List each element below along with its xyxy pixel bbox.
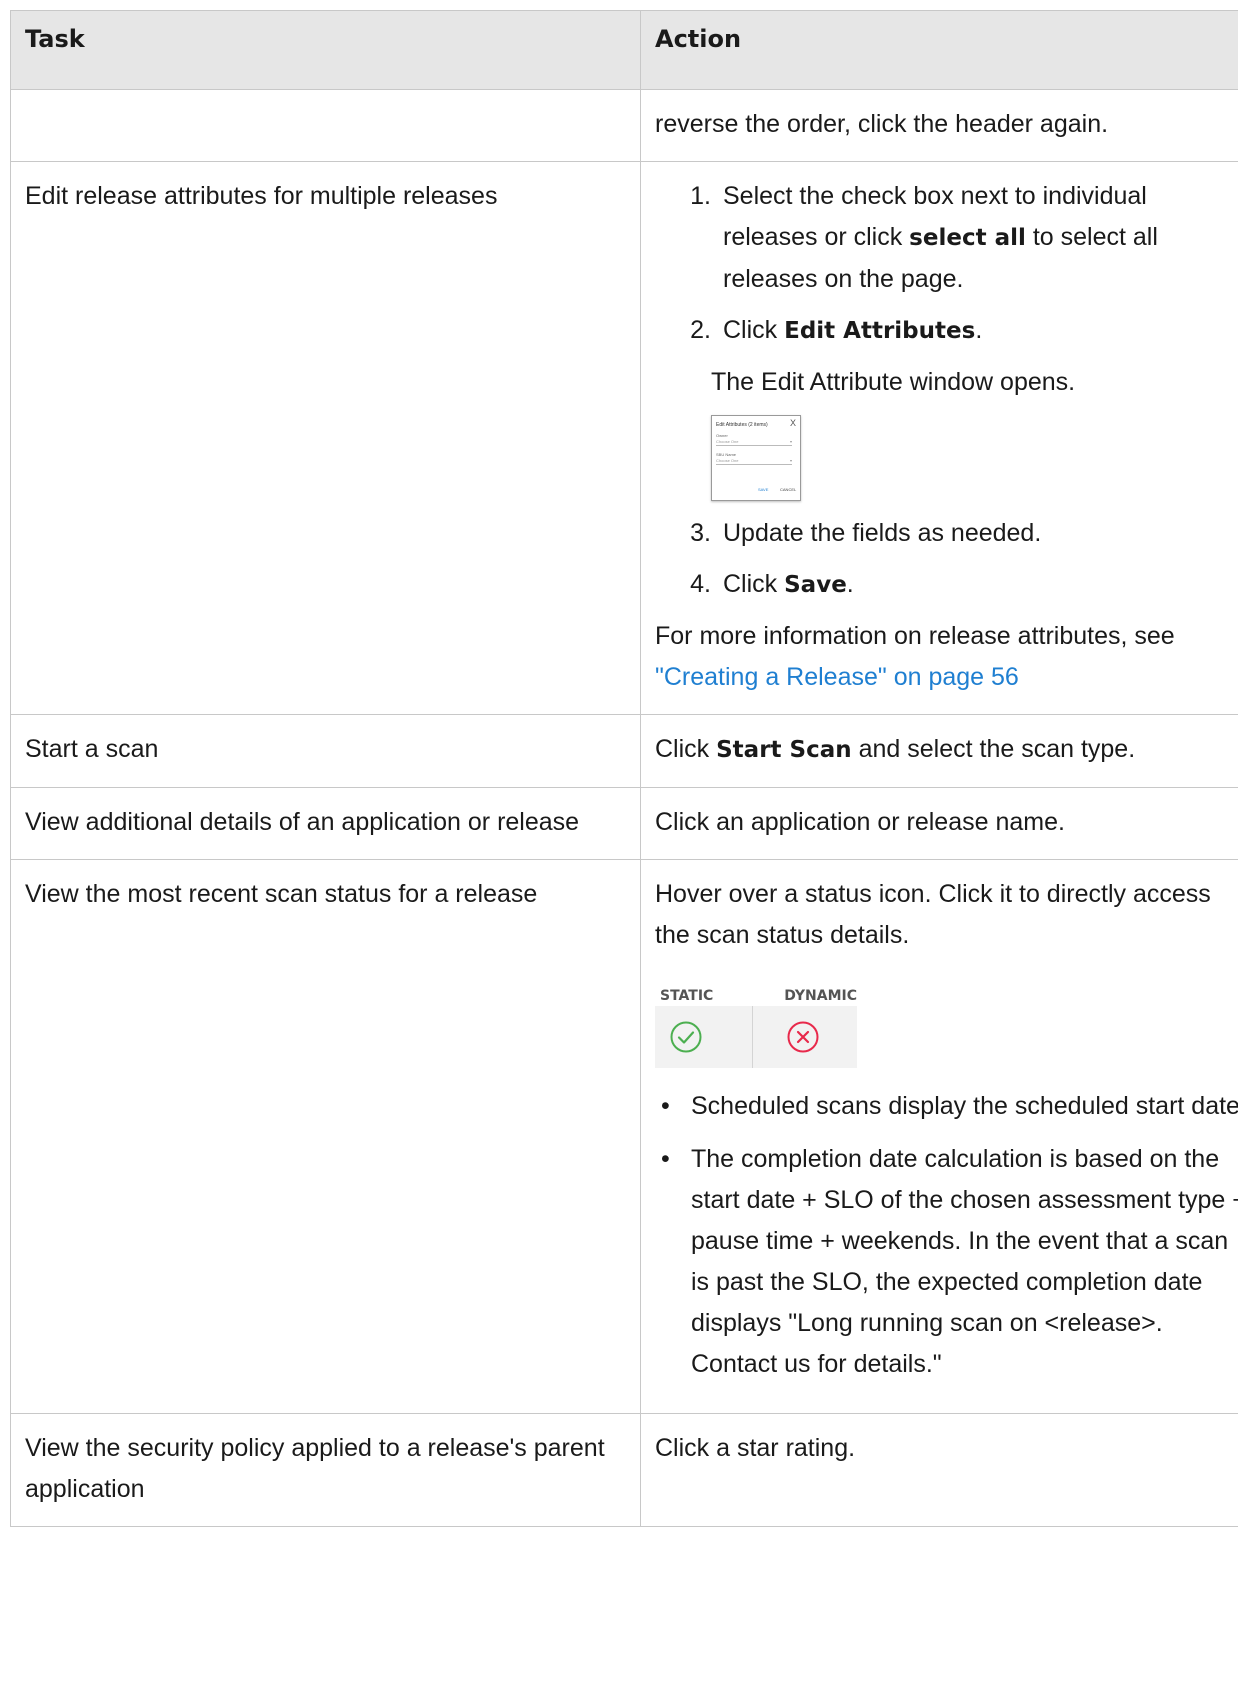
- dynamic-status[interactable]: [753, 1006, 853, 1068]
- dialog-save-button: SAVE: [758, 487, 769, 492]
- task-cell: View additional details of an applicatio…: [10, 787, 641, 860]
- status-headers: STATIC DYNAMIC: [655, 976, 857, 1004]
- table-row: Start a scan Click Start Scan and select…: [10, 714, 1238, 788]
- scan-status-widget: STATIC DYNAMIC: [655, 976, 857, 1068]
- close-icon: X: [789, 418, 796, 428]
- creating-a-release-link[interactable]: "Creating a Release" on page 56: [655, 663, 1019, 691]
- static-label: STATIC: [660, 988, 714, 1004]
- step-text-pre: Click: [723, 570, 785, 598]
- steps-list: 3. Update the fields as needed. 4. Click…: [655, 513, 1238, 606]
- bullet-text: Scheduled scans display the scheduled st…: [691, 1092, 1238, 1120]
- table-row: View the most recent scan status for a r…: [10, 859, 1238, 1414]
- x-circle-icon: [787, 1021, 819, 1053]
- step-text-bold: select all: [909, 225, 1026, 251]
- step-number: 3.: [690, 519, 711, 547]
- table-row: View additional details of an applicatio…: [10, 787, 1238, 860]
- edit-attributes-dialog-thumbnail: Edit Attributes (2 items) X Owner Choose…: [711, 415, 801, 501]
- step-number: 1.: [690, 182, 711, 210]
- static-status[interactable]: [655, 1006, 753, 1068]
- task-column-header: Task: [10, 10, 641, 90]
- table-row: View the security policy applied to a re…: [10, 1413, 1238, 1527]
- action-cell: 1. Select the check box next to individu…: [640, 161, 1238, 715]
- table-row: reverse the order, click the header agai…: [10, 89, 1238, 162]
- chevron-down-icon: ▾: [789, 439, 792, 444]
- chevron-down-icon: ▾: [789, 458, 792, 463]
- bullet: •: [661, 1145, 670, 1173]
- step-note: The Edit Attribute window opens.: [711, 368, 1076, 396]
- action-cell: Click Start Scan and select the scan typ…: [640, 714, 1238, 788]
- step-text-bold: Save: [784, 572, 847, 598]
- action-cell: Hover over a status icon. Click it to di…: [640, 859, 1238, 1414]
- step-item: 4. Click Save.: [655, 564, 1238, 606]
- field-value: Choose One: [716, 439, 739, 444]
- action-cell: reverse the order, click the header agai…: [640, 89, 1238, 162]
- task-cell: Edit release attributes for multiple rel…: [10, 161, 641, 715]
- step-text: Click Save.: [723, 564, 1238, 606]
- task-cell: [10, 89, 641, 162]
- action-column-header: Action: [640, 10, 1238, 90]
- action-text: Click a star rating.: [655, 1434, 856, 1462]
- step-text-pre: Click: [723, 316, 785, 344]
- more-info-text: For more information on release attribut…: [655, 616, 1238, 698]
- step-number: 4.: [690, 570, 711, 598]
- action-text: Hover over a status icon. Click it to di…: [655, 880, 1211, 949]
- owner-field: Choose One ▾: [716, 439, 792, 446]
- step-text-bold: Edit Attributes: [784, 318, 976, 344]
- step-text-post: .: [846, 570, 854, 598]
- action-text: Click an application or release name.: [655, 808, 1065, 836]
- dialog-cancel-button: CANCEL: [780, 487, 797, 492]
- list-item: • Scheduled scans display the scheduled …: [655, 1086, 1238, 1127]
- table-row: Edit release attributes for multiple rel…: [10, 161, 1238, 715]
- action-text-post: and select the scan type.: [851, 735, 1136, 763]
- step-number: 2.: [690, 316, 711, 344]
- field-value: Choose One: [716, 458, 739, 463]
- step-text: Click Edit Attributes.: [723, 310, 1238, 352]
- check-circle-icon: [670, 1021, 702, 1053]
- bullet-text: The completion date calculation is based…: [691, 1145, 1238, 1378]
- dynamic-label: DYNAMIC: [784, 988, 857, 1004]
- step-text: Update the fields as needed.: [723, 519, 1042, 547]
- action-text-bold: Start Scan: [716, 737, 852, 763]
- action-text-pre: Click: [655, 735, 717, 763]
- action-cell: Click an application or release name.: [640, 787, 1238, 860]
- action-text: Click Start Scan and select the scan typ…: [655, 729, 1238, 771]
- task-cell: View the security policy applied to a re…: [10, 1413, 641, 1527]
- list-item: • The completion date calculation is bas…: [655, 1139, 1238, 1385]
- step-text: Select the check box next to individual …: [723, 176, 1238, 300]
- step-item: 1. Select the check box next to individu…: [655, 176, 1238, 300]
- action-text: reverse the order, click the header agai…: [655, 110, 1109, 138]
- step-item: 3. Update the fields as needed.: [655, 513, 1238, 554]
- status-icons: [655, 1006, 857, 1068]
- task-action-table: Task Action reverse the order, click the…: [10, 10, 1238, 1527]
- table-header-row: Task Action: [10, 10, 1238, 90]
- more-info-pre: For more information on release attribut…: [655, 622, 1175, 650]
- bullet: •: [661, 1092, 670, 1120]
- bullet-list: • Scheduled scans display the scheduled …: [655, 1086, 1238, 1385]
- task-cell: View the most recent scan status for a r…: [10, 859, 641, 1414]
- sbu-name-field: Choose One ▾: [716, 458, 792, 465]
- step-item: 2. Click Edit Attributes.: [655, 310, 1238, 352]
- dialog-title: Edit Attributes (2 items): [716, 422, 768, 428]
- step-text-post: .: [975, 316, 983, 344]
- task-cell: Start a scan: [10, 714, 641, 788]
- action-cell: Click a star rating.: [640, 1413, 1238, 1527]
- steps-list: 1. Select the check box next to individu…: [655, 176, 1238, 352]
